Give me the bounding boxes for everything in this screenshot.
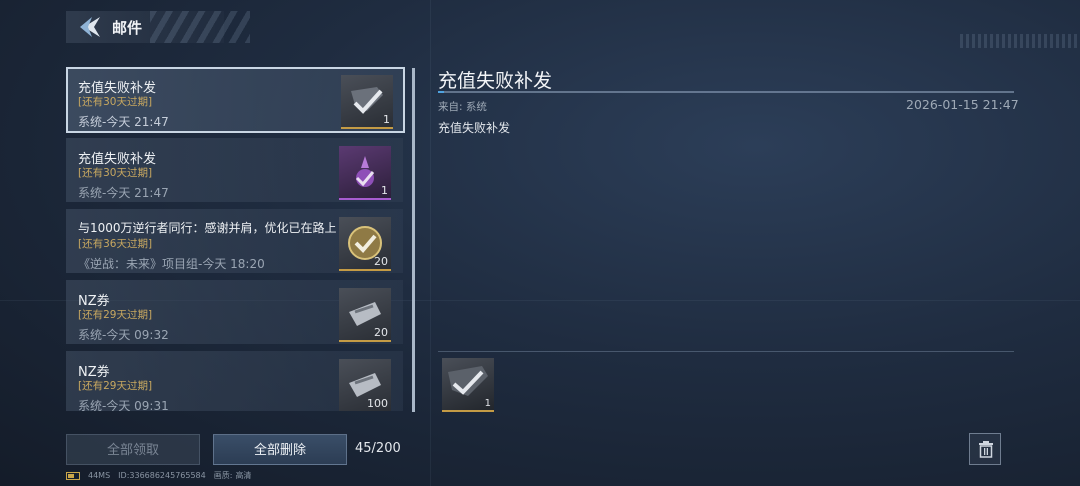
mail-item[interactable]: NZ券 [还有29天过期] 系统-今天 09:32 20 bbox=[66, 280, 403, 344]
decorative-stripes bbox=[960, 34, 1080, 48]
quality-label: 画质: bbox=[213, 471, 233, 480]
item-count: 100 bbox=[367, 397, 388, 410]
mail-item[interactable]: 充值失败补发 [还有30天过期] 系统-今天 21:47 1 bbox=[66, 138, 403, 202]
ticket-icon: 100 bbox=[339, 359, 391, 411]
mail-expire-text: [还有29天过期] bbox=[78, 309, 153, 321]
mail-sender-time: 系统-今天 09:31 bbox=[78, 399, 169, 411]
coin-icon: 20 bbox=[339, 217, 391, 271]
attachment-divider bbox=[438, 351, 1014, 352]
page-title: 邮件 bbox=[112, 19, 143, 37]
battery-icon bbox=[66, 471, 80, 480]
mail-sender-time: 系统-今天 21:47 bbox=[78, 186, 169, 200]
trash-icon[interactable] bbox=[969, 433, 1001, 465]
quality-value: 高清 bbox=[235, 471, 252, 480]
mail-detail-date: 2026-01-15 21:47 bbox=[906, 97, 1019, 112]
mail-count: 45/200 bbox=[355, 441, 401, 456]
header-stripes bbox=[150, 11, 250, 43]
mail-expire-text: [还有36天过期] bbox=[78, 238, 153, 250]
delete-all-button[interactable]: 全部删除 bbox=[213, 434, 347, 465]
ping-text: 44MS bbox=[88, 471, 111, 480]
item-count: 1 bbox=[381, 184, 388, 197]
back-arrow-icon[interactable] bbox=[78, 15, 104, 39]
mail-list[interactable]: 充值失败补发 [还有30天过期] 系统-今天 21:47 1 充值失败补发 [还… bbox=[66, 67, 405, 411]
mail-expire-text: [还有30天过期] bbox=[78, 167, 153, 179]
mail-detail-body: 充值失败补发 bbox=[438, 121, 511, 135]
mail-expire-text: [还有29天过期] bbox=[78, 380, 153, 392]
mail-item[interactable]: 充值失败补发 [还有30天过期] 系统-今天 21:47 1 bbox=[66, 67, 405, 133]
claim-all-button[interactable]: 全部领取 bbox=[66, 434, 200, 465]
mail-sender-time: 《逆战：未来》项目组-今天 18:20 bbox=[78, 257, 265, 271]
status-bar: 44MS ID:336686245765584 画质: 高清 bbox=[66, 470, 259, 481]
mail-sender-time: 系统-今天 21:47 bbox=[78, 115, 169, 129]
list-scrollbar[interactable] bbox=[412, 68, 415, 412]
ticket-icon: 20 bbox=[339, 288, 391, 342]
player-id: ID:336686245765584 bbox=[118, 471, 206, 480]
mail-detail-from: 来自: 系统 bbox=[438, 101, 487, 113]
purple-item-icon: 1 bbox=[339, 146, 391, 200]
item-count: 1 bbox=[383, 113, 390, 126]
title-divider bbox=[438, 91, 1014, 93]
mail-expire-text: [还有30天过期] bbox=[78, 96, 153, 108]
item-count: 1 bbox=[484, 398, 491, 409]
mail-subject: 与1000万逆行者同行：感谢并肩，优化已在路上 bbox=[78, 221, 337, 235]
background-line bbox=[430, 0, 431, 486]
mail-item[interactable]: NZ券 [还有29天过期] 系统-今天 09:31 100 bbox=[66, 351, 403, 411]
mail-detail-title: 充值失败补发 bbox=[438, 70, 553, 92]
mail-sender-time: 系统-今天 09:32 bbox=[78, 328, 169, 342]
attachment-item[interactable]: 1 bbox=[442, 358, 494, 412]
item-count: 20 bbox=[374, 326, 388, 339]
weapon-icon: 1 bbox=[341, 75, 393, 129]
mail-item[interactable]: 与1000万逆行者同行：感谢并肩，优化已在路上 [还有36天过期] 《逆战：未来… bbox=[66, 209, 403, 273]
item-count: 20 bbox=[374, 255, 388, 268]
